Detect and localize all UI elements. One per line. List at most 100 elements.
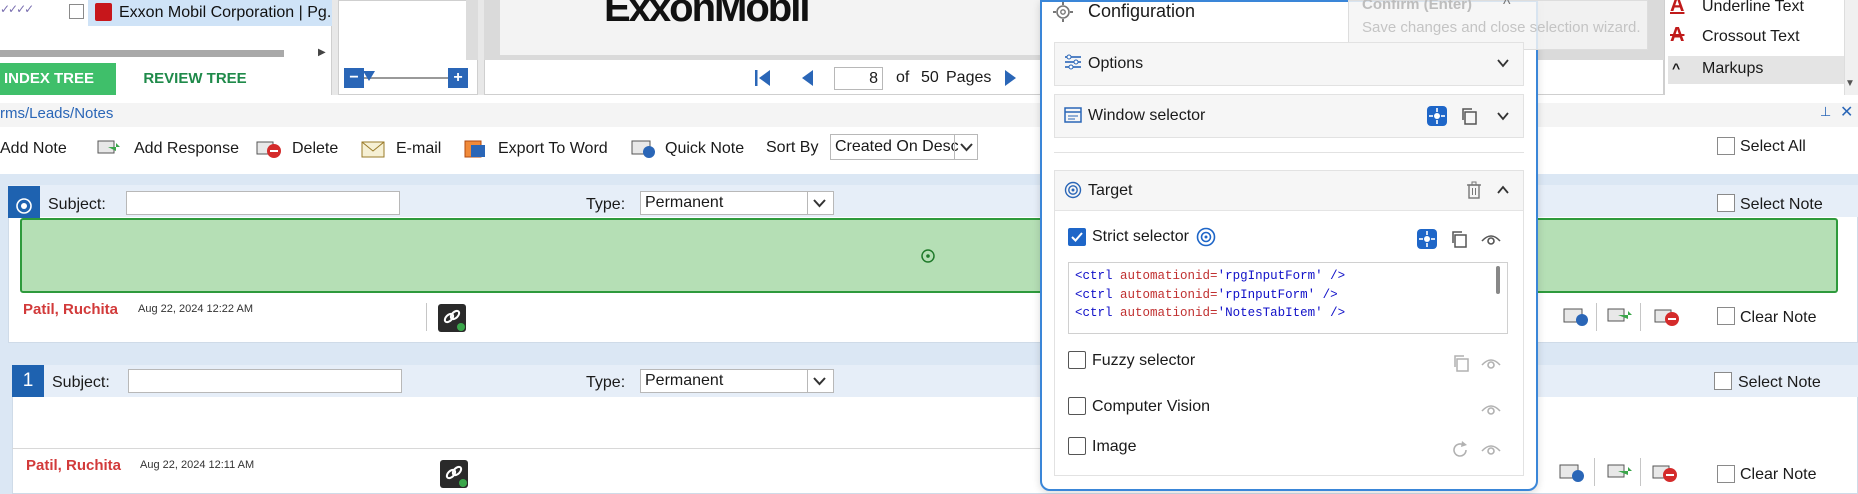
strict-selector-checkbox[interactable] [1068,228,1086,246]
scroll-right-icon[interactable]: ▶ [318,47,326,58]
indicate-element-icon[interactable] [1416,228,1438,250]
subject-input[interactable] [126,191,400,215]
eye-icon[interactable] [1480,354,1502,372]
email-button[interactable]: E-mail [360,136,446,162]
code-scrollbar[interactable] [1496,266,1500,294]
target-title: Target [1088,182,1133,199]
email-label: E-mail [396,140,442,157]
markup-crossout-text[interactable]: Crossout Text [1668,24,1844,52]
current-page-input[interactable]: 8 [834,67,883,90]
breadcrumb[interactable]: rms/Leads/Notes [0,105,113,122]
chevron-down-icon[interactable] [1496,109,1510,123]
divider [1640,303,1641,331]
computer-vision-label: Computer Vision [1092,398,1210,415]
review-checkmarks-icon: ✓✓✓✓ [0,2,34,16]
subject-input[interactable] [128,369,402,393]
copy-icon[interactable] [1452,354,1470,372]
select-all-checkbox[interactable] [1717,137,1735,155]
export-word-label: Export To Word [498,140,608,157]
select-note-checkbox[interactable] [1717,194,1735,212]
zoom-in-button[interactable]: + [448,68,468,88]
add-response-button[interactable]: Add Response [96,136,239,162]
refresh-icon[interactable] [1450,440,1470,460]
section-divider [1054,152,1524,153]
document-checkbox[interactable] [69,4,84,19]
add-response-icon [97,140,120,154]
zoom-slider-track[interactable] [364,77,448,79]
scroll-down-icon[interactable]: ▼ [1845,78,1855,89]
copy-icon[interactable] [1450,230,1468,248]
tab-index-tree[interactable]: INDEX TREE [0,63,116,95]
document-row[interactable]: ✓✓✓✓ Exxon Mobil Corporation | Pg. [0,0,332,26]
chevron-up-icon[interactable]: ^ [1503,0,1511,14]
zoom-slider-thumb[interactable] [363,71,375,81]
next-page-icon [1005,70,1016,86]
subject-label: Subject: [52,374,110,391]
chevron-down-icon[interactable] [954,135,977,159]
chevron-down-icon[interactable] [807,192,830,214]
delete-icon[interactable] [1652,462,1680,484]
add-response-icon[interactable] [1606,306,1634,328]
tree-horizontal-scrollbar[interactable] [0,50,284,57]
chevron-up-icon[interactable]: ^ [1672,60,1680,76]
type-select[interactable]: Permanent [640,369,834,393]
eye-icon[interactable] [1480,400,1502,418]
next-page-button[interactable] [1002,68,1018,88]
close-icon[interactable]: ✕ [1840,102,1853,122]
pin-icon[interactable]: ⊥ [1820,104,1831,120]
eye-icon[interactable] [1480,440,1502,458]
trash-icon[interactable] [1466,181,1482,199]
indicate-element-icon[interactable] [1426,105,1448,127]
strict-selector-label: Strict selector [1092,228,1189,245]
window-selector-title: Window selector [1088,107,1206,124]
options-title: Options [1088,55,1144,72]
reply-icon[interactable] [1558,462,1586,484]
crossout-icon: A [1670,24,1685,46]
chevron-up-icon[interactable] [1496,183,1510,197]
total-pages: 50 [921,69,939,86]
fuzzy-selector-checkbox[interactable] [1068,351,1086,369]
quick-note-button[interactable]: Quick Note [630,136,748,162]
clear-note-checkbox[interactable] [1717,465,1735,483]
note-date: Aug 22, 2024 12:11 AM [140,459,255,471]
note-target-badge [8,186,40,218]
note-author: Patil, Ruchita [26,457,122,474]
zoom-out-button[interactable]: − [344,68,364,88]
image-checkbox[interactable] [1068,437,1086,455]
code-line: <ctrl automationid='rpgInputForm' /> [1075,267,1501,286]
attach-link-button[interactable] [440,460,468,488]
image-label: Image [1092,438,1137,455]
delete-icon [256,141,281,158]
reply-icon[interactable] [1562,306,1590,328]
copy-icon[interactable] [1460,107,1478,125]
export-to-word-button[interactable]: Export To Word [462,136,622,162]
quick-note-label: Quick Note [665,140,745,157]
add-note-button[interactable]: Add Note [0,136,76,162]
thumbnail-scrollbar[interactable] [466,0,478,60]
markup-underline-text[interactable]: Underline Text [1668,0,1844,22]
clear-note-checkbox[interactable] [1717,307,1735,325]
previous-page-button[interactable] [800,68,816,88]
type-select[interactable]: Permanent [640,191,834,215]
selector-code-editor[interactable]: <ctrl automationid='rpgInputForm' /> <ct… [1068,262,1508,334]
gear-icon [1052,1,1074,23]
eye-icon[interactable] [1480,230,1502,248]
first-page-button[interactable] [754,68,772,88]
delete-button[interactable]: Delete [256,136,338,162]
markup-group-markups[interactable]: Markups [1668,56,1844,84]
note-author: Patil, Ruchita [23,301,119,318]
code-end: /> [1322,269,1346,283]
tab-review-tree[interactable]: REVIEW TREE [116,63,274,95]
delete-icon[interactable] [1654,306,1682,328]
chevron-down-icon[interactable] [807,370,830,392]
chevron-down-icon[interactable] [1496,56,1510,70]
add-response-icon[interactable] [1606,462,1634,484]
code-attr: automationid= [1120,269,1218,283]
attach-link-button[interactable] [438,304,466,332]
export-word-icon [464,140,485,158]
select-note-checkbox[interactable] [1714,372,1732,390]
quick-note-icon [631,140,655,158]
computer-vision-checkbox[interactable] [1068,397,1086,415]
checkmark-icon [1071,232,1083,242]
target-icon[interactable] [1196,227,1216,247]
